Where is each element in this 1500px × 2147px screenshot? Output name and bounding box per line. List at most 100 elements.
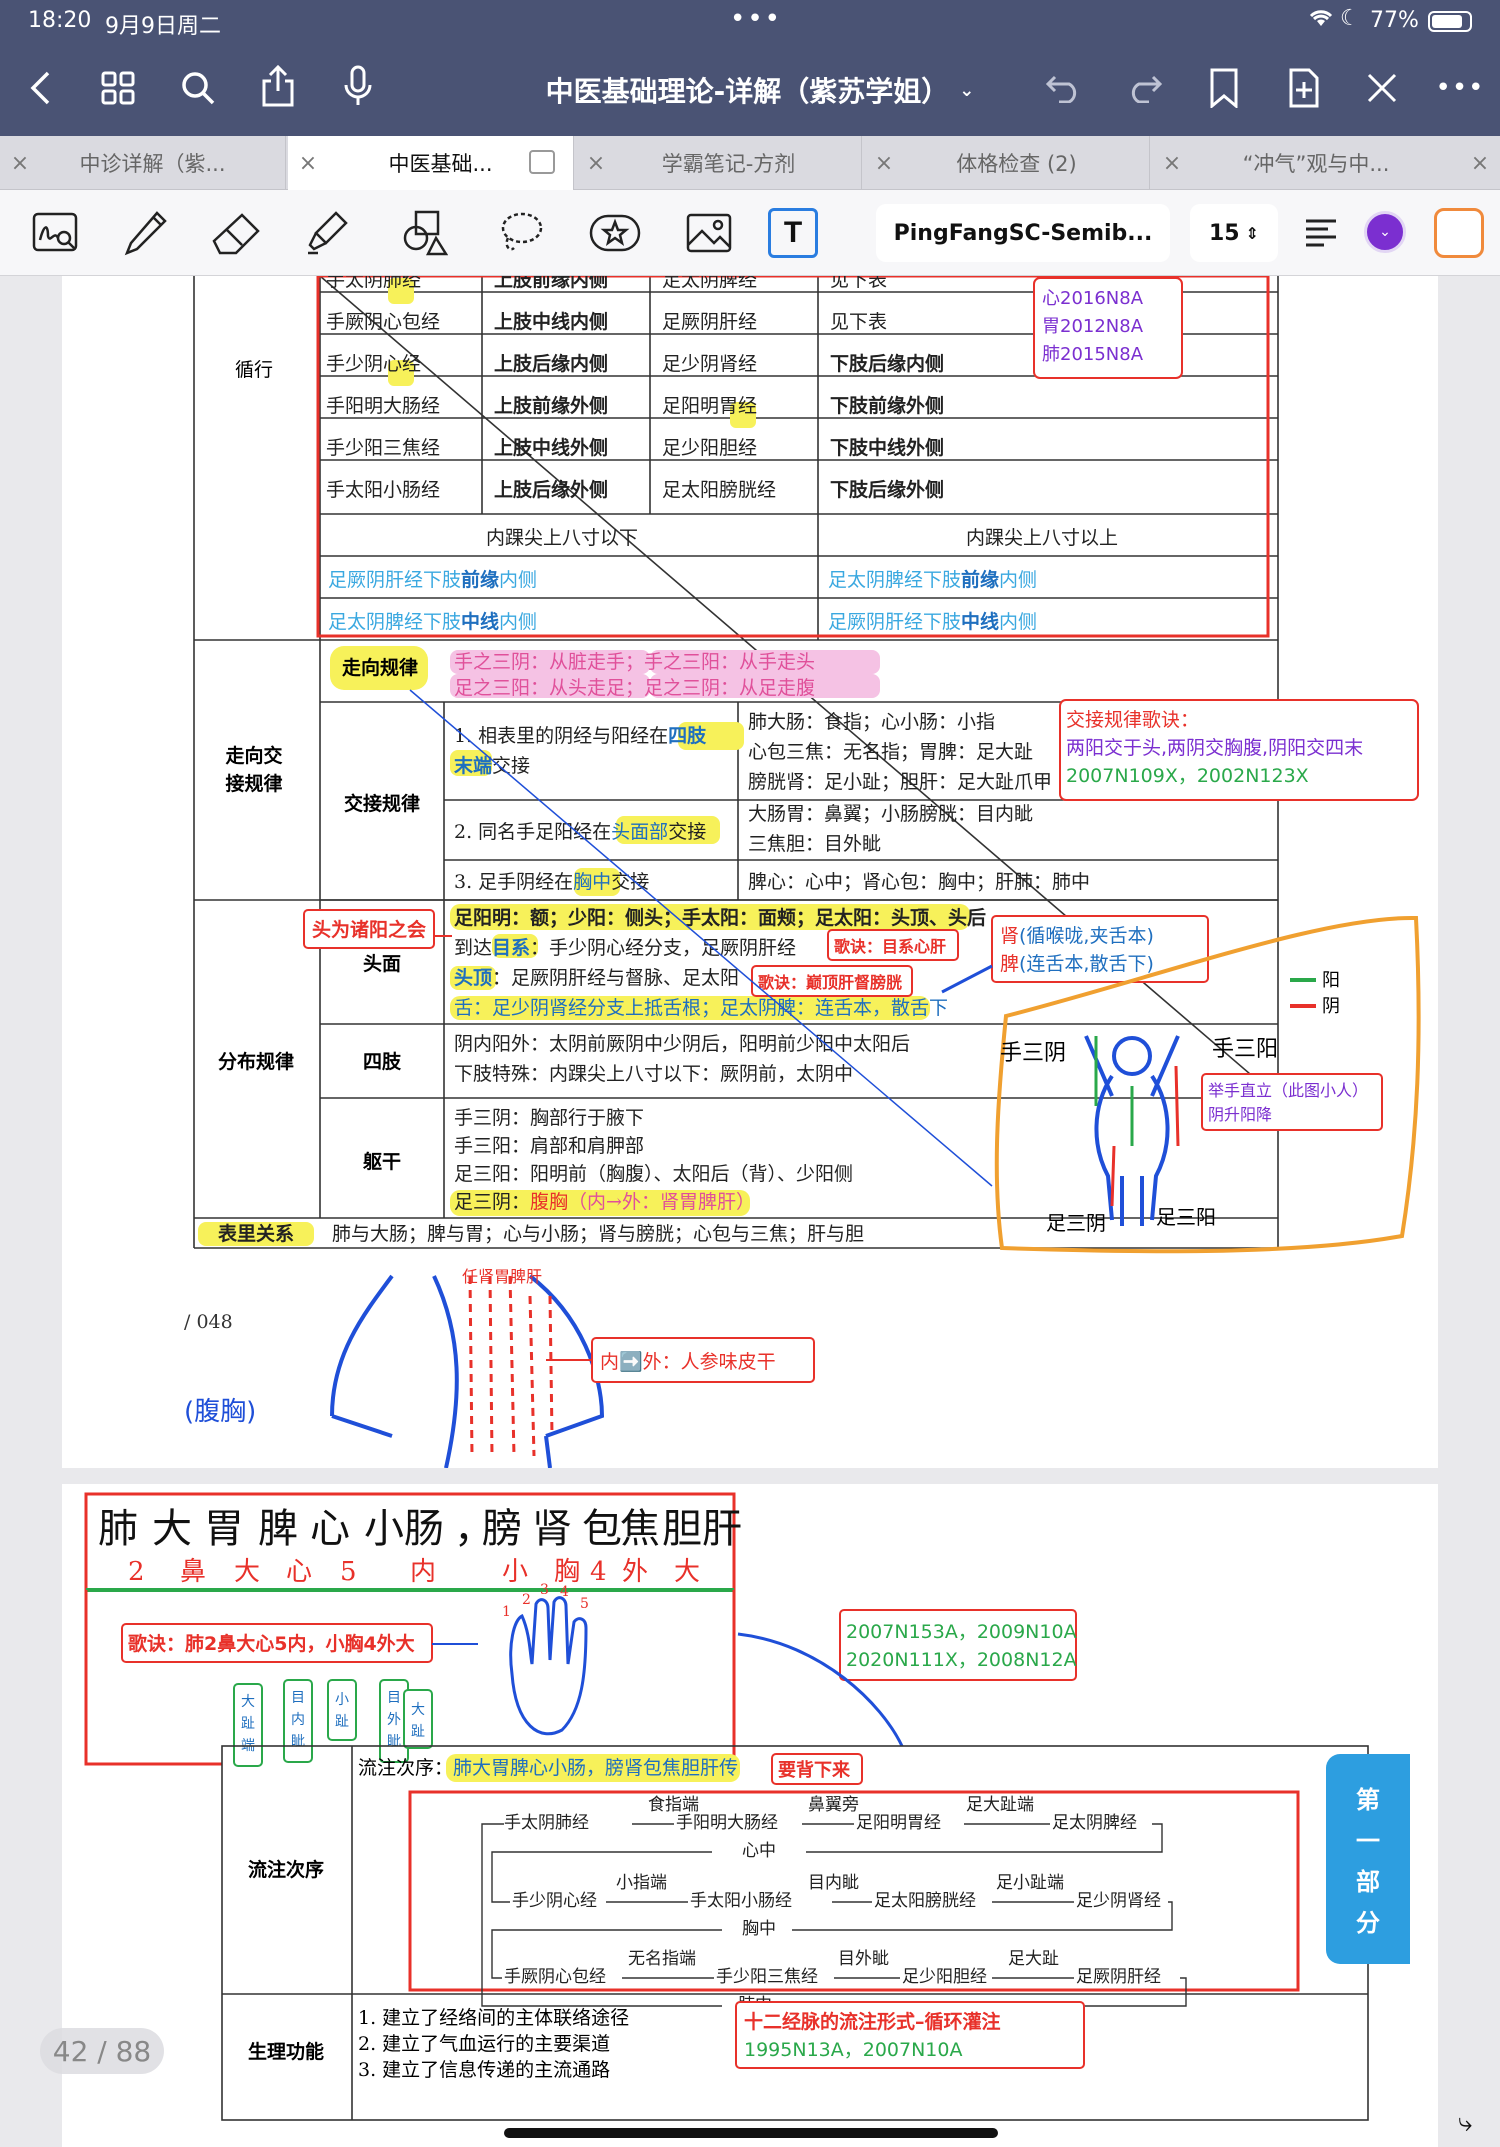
svg-text:要背下来: 要背下来 bbox=[778, 1759, 851, 1781]
share-icon[interactable] bbox=[256, 62, 300, 110]
tab-close-icon[interactable]: × bbox=[1460, 151, 1500, 176]
svg-text:足三阴: 足三阴 bbox=[1046, 1211, 1106, 1235]
svg-text:足三阴：腹胸（内→外：肾胃脾肝）: 足三阴：腹胸（内→外：肾胃脾肝） bbox=[454, 1191, 755, 1213]
highlighter-icon[interactable] bbox=[296, 202, 358, 264]
svg-text:2: 2 bbox=[522, 1592, 531, 1608]
svg-text:手少阴心经: 手少阴心经 bbox=[512, 1891, 597, 1911]
svg-text:5: 5 bbox=[340, 1557, 357, 1587]
svg-text:目外眦: 目外眦 bbox=[838, 1949, 889, 1969]
svg-text:1. 相表里的阴经与阳经在四肢: 1. 相表里的阴经与阳经在四肢 bbox=[454, 724, 707, 747]
pen-icon[interactable] bbox=[114, 202, 176, 264]
svg-text:下肢后缘外侧: 下肢后缘外侧 bbox=[830, 478, 944, 501]
tab-5[interactable]: × “冲气”观与中... × bbox=[1152, 136, 1500, 190]
more-icon[interactable]: ••• bbox=[1436, 66, 1484, 110]
svg-text:足厥阴肝经下肢中线内侧: 足厥阴肝经下肢中线内侧 bbox=[828, 610, 1037, 633]
svg-text:胸中: 胸中 bbox=[742, 1919, 776, 1939]
svg-text:足厥阴肝经: 足厥阴肝经 bbox=[1076, 1967, 1161, 1987]
svg-text:下肢前缘外侧: 下肢前缘外侧 bbox=[830, 394, 944, 417]
back-icon[interactable] bbox=[18, 66, 62, 110]
document-title[interactable]: 中医基础理论-详解（紫苏学姐） ⌄ bbox=[520, 68, 1000, 112]
page-indicator: 42 / 88 bbox=[40, 2028, 164, 2074]
svg-text:阳: 阳 bbox=[1322, 970, 1340, 991]
svg-text:外: 外 bbox=[387, 1712, 401, 1728]
svg-text:食指端: 食指端 bbox=[648, 1795, 699, 1815]
svg-text:胸: 胸 bbox=[554, 1557, 580, 1587]
svg-text:3: 3 bbox=[540, 1582, 549, 1598]
undo-icon[interactable] bbox=[1042, 66, 1086, 110]
annotation-toolbar: T PingFangSC-Semib... 15 ⇕ ⌄ bbox=[0, 190, 1500, 276]
tab-close-icon[interactable]: × bbox=[1152, 151, 1192, 176]
svg-text:流注次序：肺大胃脾心小肠，膀肾包焦胆肝传: 流注次序：肺大胃脾心小肠，膀肾包焦胆肝传 bbox=[358, 1757, 738, 1779]
font-size-selector[interactable]: 15 ⇕ bbox=[1190, 204, 1278, 262]
sticker-icon[interactable] bbox=[584, 202, 646, 264]
tab-close-icon[interactable]: × bbox=[0, 151, 40, 176]
svg-text:内: 内 bbox=[410, 1557, 436, 1587]
svg-text:1995N13A，2007N10A: 1995N13A，2007N10A bbox=[744, 2039, 962, 2061]
svg-text:足少阴肾经: 足少阴肾经 bbox=[1076, 1891, 1161, 1911]
xunxing-rows: 手太阴肺经 上肢前缘内侧 足太阴脾经 见下表 手厥阴心包经 上肢中线内侧 足厥阴… bbox=[326, 276, 1118, 549]
svg-text:手太阳小肠经: 手太阳小肠经 bbox=[326, 479, 440, 501]
close-tools-icon[interactable] bbox=[1360, 66, 1404, 110]
redo-icon[interactable] bbox=[1122, 66, 1166, 110]
font-selector[interactable]: PingFangSC-Semib... bbox=[876, 204, 1170, 262]
add-page-icon[interactable] bbox=[1282, 64, 1326, 112]
split-view-icon[interactable] bbox=[529, 150, 555, 174]
svg-text:足太阴脾经: 足太阴脾经 bbox=[662, 276, 757, 291]
svg-text:足太阳膀胱经: 足太阳膀胱经 bbox=[874, 1891, 976, 1911]
svg-text:肺大肠：食指；心小肠：小指: 肺大肠：食指；心小肠：小指 bbox=[748, 711, 995, 733]
text-color-swatch[interactable]: ⌄ bbox=[1364, 211, 1406, 253]
label-zoux: 走向规律 bbox=[342, 656, 418, 679]
svg-text:2007N109X，2002N123X: 2007N109X，2002N123X bbox=[1066, 765, 1309, 787]
svg-text:躯干: 躯干 bbox=[362, 1150, 401, 1173]
svg-text:焦: 焦 bbox=[620, 1506, 660, 1552]
svg-text:手三阴: 手三阴 bbox=[1000, 1041, 1066, 1066]
microphone-icon[interactable] bbox=[336, 62, 380, 110]
svg-text:表里关系: 表里关系 bbox=[218, 1222, 294, 1245]
tab-4[interactable]: × 体格检查 (2) bbox=[864, 136, 1150, 190]
svg-text:鼻: 鼻 bbox=[180, 1557, 206, 1587]
shapes-icon[interactable] bbox=[394, 202, 456, 264]
home-indicator[interactable] bbox=[504, 2128, 998, 2138]
document-canvas[interactable]: 循行 手太阴肺经 上肢前缘内侧 足太阴脾经 见下表 手厥阴心包经 上肢中线内侧 … bbox=[0, 276, 1500, 2147]
image-icon[interactable] bbox=[678, 202, 740, 264]
tab-label: 体格检查 (2) bbox=[956, 152, 1077, 176]
svg-text:趾: 趾 bbox=[411, 1724, 425, 1740]
svg-text:内: 内 bbox=[291, 1712, 305, 1728]
svg-text:3. 足手阴经在胸中交接: 3. 足手阴经在胸中交接 bbox=[454, 871, 649, 893]
status-time: 18:20 bbox=[28, 8, 92, 33]
svg-text:目内眦: 目内眦 bbox=[808, 1873, 859, 1893]
tab-close-icon[interactable]: × bbox=[576, 151, 616, 176]
bookmark-icon[interactable] bbox=[1202, 64, 1246, 112]
tab-3[interactable]: × 学霸笔记-方剂 bbox=[576, 136, 862, 190]
svg-text:5: 5 bbox=[580, 1596, 589, 1612]
codes-box: 2007N153A，2009N10A 2020N111X，2008N12A bbox=[737, 1609, 1077, 1747]
eraser-icon[interactable] bbox=[206, 202, 268, 264]
tab-1[interactable]: × 中诊详解（紫... bbox=[0, 136, 286, 190]
svg-text:足少阳胆经: 足少阳胆经 bbox=[662, 437, 757, 459]
svg-text:足厥阴肝经下肢前缘内侧: 足厥阴肝经下肢前缘内侧 bbox=[328, 568, 537, 591]
svg-text:上肢中线内侧: 上肢中线内侧 bbox=[494, 310, 608, 333]
svg-text:心: 心 bbox=[310, 1506, 350, 1552]
svg-text:见下表: 见下表 bbox=[830, 311, 887, 333]
highlight-color-swatch[interactable] bbox=[1434, 208, 1484, 258]
multitask-dots-icon[interactable]: ••• bbox=[730, 4, 782, 34]
lasso-icon[interactable] bbox=[490, 202, 552, 264]
svg-text:心2016N8A: 心2016N8A bbox=[1042, 288, 1144, 309]
svg-text:足阳明胃经: 足阳明胃经 bbox=[856, 1813, 941, 1833]
handwriting-zoom-icon[interactable] bbox=[24, 202, 86, 264]
svg-text:四肢: 四肢 bbox=[363, 1050, 402, 1073]
search-icon[interactable] bbox=[176, 66, 220, 110]
svg-text:足三阳：阳明前（胸腹）、太阳后（背）、少阳侧: 足三阳：阳明前（胸腹）、太阳后（背）、少阳侧 bbox=[454, 1163, 853, 1185]
svg-text:内踝尖上八寸以下: 内踝尖上八寸以下 bbox=[486, 527, 638, 549]
grid-icon[interactable] bbox=[96, 66, 140, 110]
svg-text:十二经脉的流注形式–循环灌注: 十二经脉的流注形式–循环灌注 bbox=[744, 2010, 1001, 2033]
align-icon[interactable] bbox=[1290, 202, 1352, 264]
svg-text:歌诀：目系心肝: 歌诀：目系心肝 bbox=[834, 937, 946, 956]
tab-2[interactable]: × 中医基础... bbox=[288, 136, 574, 190]
text-tool-icon[interactable]: T bbox=[768, 208, 818, 258]
tab-close-icon[interactable]: × bbox=[864, 151, 904, 176]
tab-close-icon[interactable]: × bbox=[288, 151, 328, 176]
svg-text:3. 建立了信息传递的主流通路: 3. 建立了信息传递的主流通路 bbox=[358, 2059, 610, 2081]
svg-text:足大趾端: 足大趾端 bbox=[966, 1795, 1034, 1815]
svg-text:接规律: 接规律 bbox=[225, 772, 282, 795]
